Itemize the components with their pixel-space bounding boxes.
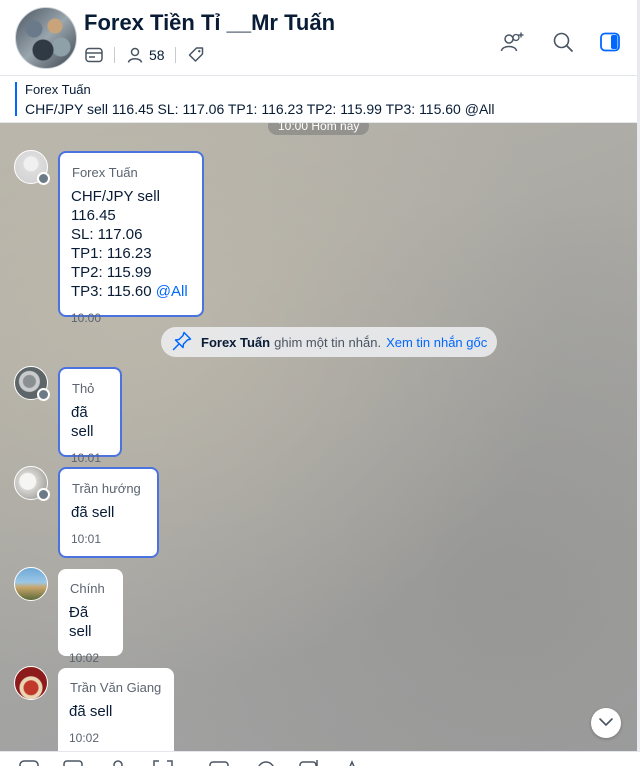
pinned-sender: Forex Tuấn [25,82,91,97]
card-send-icon[interactable] [208,759,230,766]
pinned-text: CHF/JPY sell 116.45 SL: 117.06 TP1: 116.… [25,101,495,117]
message-sender: Chính [70,581,105,596]
message-sender: Thỏ [72,381,95,396]
format-icon[interactable] [341,759,363,766]
status-icon [37,172,50,185]
conversation-info-button[interactable] [597,31,623,57]
status-icon [37,488,50,501]
message-bubble[interactable]: Forex Tuấn CHF/JPY sell 116.45 SL: 117.0… [58,151,204,325]
add-member-button[interactable] [500,31,526,57]
attachment-icon[interactable] [107,759,129,766]
message-bubble[interactable]: Trần hướng đã sell 10:01 [58,467,159,558]
mention-all[interactable]: @All [156,283,188,300]
divider [174,47,176,63]
message-sender: Trần hướng [72,481,141,496]
view-original-link[interactable]: Xem tin nhắn gốc [386,335,487,350]
message-text: CHF/JPY sell 116.45 SL: 117.06 TP1: 116.… [71,187,191,301]
pin-icon [171,330,193,355]
message-time: 10:00 [71,311,102,325]
message-line: CHF/JPY sell 116.45 [71,188,160,224]
pin-notice-action: ghim một tin nhắn. [274,334,382,350]
message-sender: Trần Văn Giang [70,680,162,695]
message-text: đã sell [71,404,94,440]
group-avatar[interactable] [15,7,77,69]
message-bubble[interactable]: Trần Văn Giang đã sell 10:02 [58,668,174,751]
members-icon[interactable] [125,45,145,65]
member-count[interactable]: 58 [149,47,165,63]
search-icon [552,31,574,58]
avatar[interactable] [14,666,48,700]
message-line-last: TP3: 115.60 @All [71,282,191,301]
message-sender: Forex Tuấn [72,165,138,180]
divider [114,47,115,63]
message-line: TP1: 116.23 [71,245,152,262]
image-icon[interactable] [62,759,84,766]
message-line: TP2: 115.99 [71,264,152,281]
message-text: đã sell [69,703,113,720]
message-time: 10:02 [69,651,100,665]
screenshot-icon[interactable] [152,759,174,766]
tag-icon[interactable] [186,45,206,65]
chat-header: Forex Tiền Tỉ __Mr Tuấn 58 [0,0,640,76]
pin-notice-user[interactable]: Forex Tuấn [201,335,270,350]
search-button[interactable] [550,31,576,57]
message-bubble[interactable]: Thỏ đã sell 10:01 [58,367,122,465]
add-member-icon [500,31,526,58]
group-meta-row: 58 [84,44,206,66]
avatar[interactable] [14,466,50,501]
status-icon [37,388,50,401]
chevron-down-icon [598,714,614,732]
scroll-to-bottom-button[interactable] [591,708,621,738]
message-text: đã sell [71,504,115,521]
message-time: 10:02 [69,731,100,745]
group-title[interactable]: Forex Tiền Tỉ __Mr Tuấn [84,10,335,36]
message-time: 10:01 [71,532,102,546]
message-line: TP3: 115.60 [71,283,152,300]
message-line: SL: 117.06 [71,226,143,243]
panel-toggle-icon [599,31,621,58]
message-time: 10:01 [71,451,102,465]
avatar[interactable] [14,150,50,185]
message-bubble[interactable]: Chính Đã sell 10:02 [58,569,123,665]
reminder-icon[interactable] [255,759,277,766]
pin-notice: Forex Tuấn ghim một tin nhắn. Xem tin nh… [161,327,498,357]
sticker-icon[interactable] [18,759,40,766]
poll-icon[interactable] [298,759,320,766]
pinned-message-bar[interactable]: Forex Tuấn CHF/JPY sell 116.45 SL: 117.0… [0,76,640,123]
message-text: Đã sell [69,604,92,640]
avatar[interactable] [14,567,48,601]
date-separator: 10:00 Hôm nay [268,123,370,135]
composer-toolbar [0,751,640,766]
avatar[interactable] [14,366,50,401]
card-icon[interactable] [84,45,104,65]
message-list[interactable]: 10:00 Hôm nay Forex Tuấn CHF/JPY sell 11… [0,123,640,751]
